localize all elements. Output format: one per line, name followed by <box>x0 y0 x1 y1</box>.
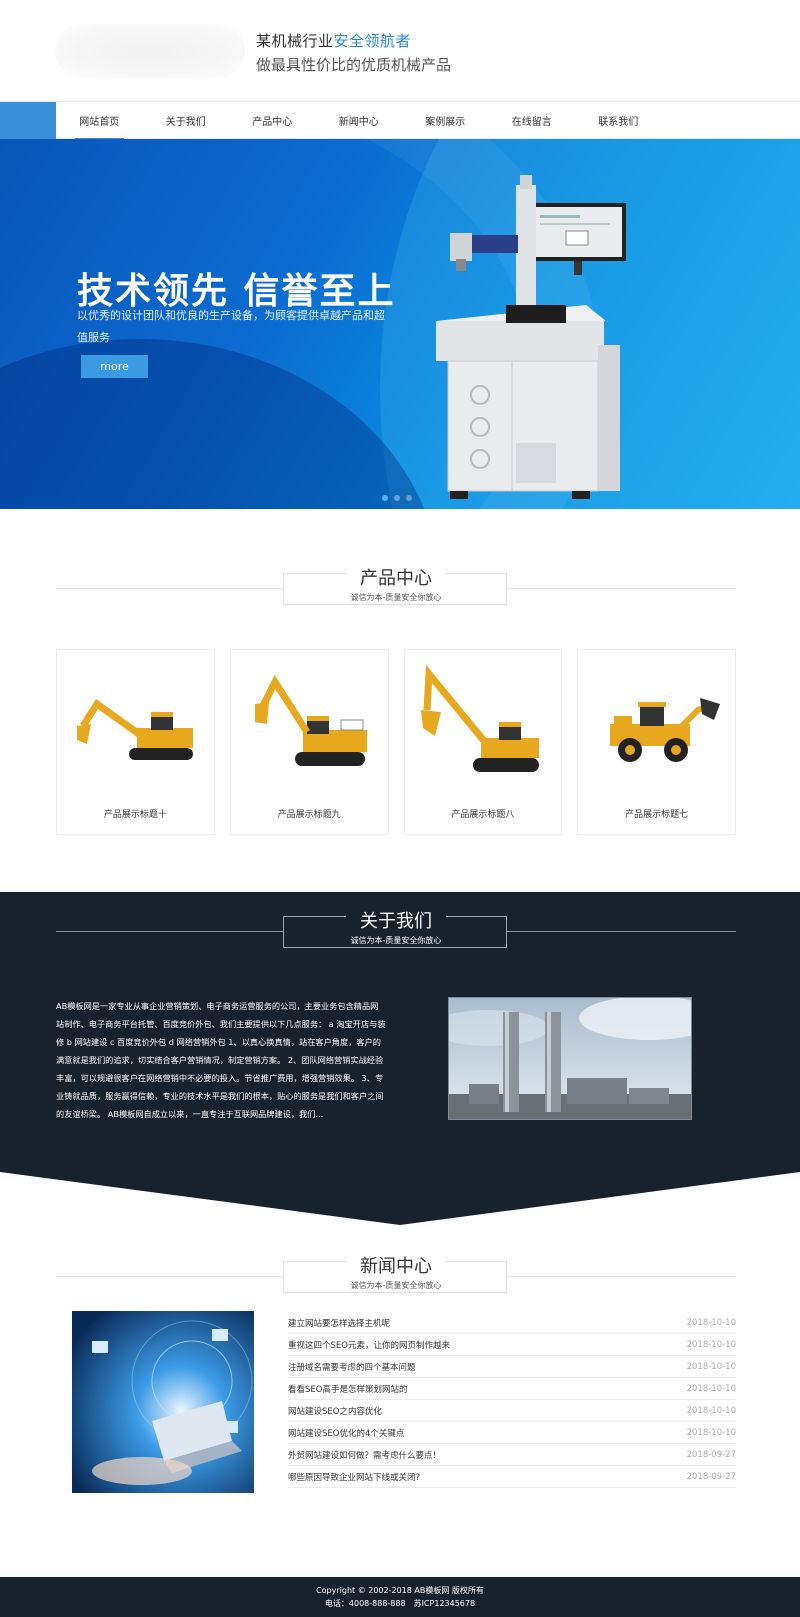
news-item-date: 2018-09-27 <box>686 1471 736 1482</box>
news-item-date: 2018-10-10 <box>686 1317 736 1328</box>
slogan-highlight: 安全领航者 <box>333 32 412 50</box>
products-grid: 产品展示标题十 产品展示标题九 产品展示标题八 产品展示标题七 <box>56 649 736 835</box>
banner-dot-3[interactable] <box>406 495 412 501</box>
news-item[interactable]: 外贸网站建设如何做？需考虑什么要点！ 2018-09-27 <box>288 1444 736 1466</box>
banner-pagination <box>382 495 412 501</box>
about-title: 关于我们 <box>56 907 736 933</box>
news-item[interactable]: 看看SEO高手是怎样策划网站的 2018-10-10 <box>288 1378 736 1400</box>
products-title: 产品中心 <box>56 564 736 590</box>
product-card[interactable]: 产品展示标题七 <box>577 649 736 835</box>
product-card[interactable]: 产品展示标题十 <box>56 649 215 835</box>
news-feature-image[interactable] <box>72 1311 254 1493</box>
product-name: 产品展示标题七 <box>625 810 689 820</box>
slogan-line-1: 某机械行业安全领航者 <box>256 30 451 51</box>
news-item-date: 2018-10-10 <box>686 1405 736 1416</box>
nav-item-products[interactable]: 产品中心 <box>229 102 316 139</box>
wheel-loader-icon <box>610 698 721 762</box>
banner-more-button[interactable]: more <box>81 355 148 378</box>
news-list: 建立网站要怎样选择主机呢 2018-10-10 重视这四个SEO元素，让你的网页制… <box>288 1312 736 1488</box>
nav-accent-block <box>0 102 56 139</box>
product-name: 产品展示标题九 <box>277 810 341 820</box>
banner-dot-2[interactable] <box>394 495 400 501</box>
news-item-title: 看看SEO高手是怎样策划网站的 <box>288 1384 408 1395</box>
nav-item-about[interactable]: 关于我们 <box>143 102 230 139</box>
header-slogan: 某机械行业安全领航者 做最具性价比的优质机械产品 <box>256 30 451 75</box>
news-title: 新闻中心 <box>56 1252 736 1278</box>
slogan-line-2: 做最具性价比的优质机械产品 <box>256 56 452 74</box>
about-factory-image <box>448 997 692 1120</box>
nav-item-home[interactable]: 网站首页 <box>56 102 143 140</box>
product-card[interactable]: 产品展示标题九 <box>229 649 389 835</box>
nav-item-news[interactable]: 新闻中心 <box>316 102 403 139</box>
product-name: 产品展示标题八 <box>451 810 515 820</box>
news-item[interactable]: 网站建设SEO优化的4个关键点 2018-10-10 <box>288 1422 736 1444</box>
excavator-icon <box>420 664 539 772</box>
banner-description: 以优秀的设计团队和优良的生产设备，为顾客提供卓越产品和超值服务 <box>77 309 385 344</box>
footer-copyright: Copyright © 2002-2018 AB模板网 版权所有 <box>316 1586 484 1595</box>
nav-item-cases[interactable]: 案例展示 <box>402 102 489 139</box>
hero-banner: 技术领先 信誉至上 以优秀的设计团队和优良的生产设备，为顾客提供卓越产品和超值服… <box>0 139 800 509</box>
product-name: 产品展示标题十 <box>103 810 167 820</box>
slogan-prefix: 某机械行业 <box>256 32 334 50</box>
products-section-header: 产品中心 诚信为本-质量安全你放心 <box>56 568 736 616</box>
footer-contact: 电话：4008-888-888 苏ICP12345678 <box>324 1599 476 1608</box>
nav-item-message[interactable]: 在线留言 <box>489 102 576 139</box>
news-item-date: 2018-10-10 <box>686 1427 736 1438</box>
nav-item-contact[interactable]: 联系我们 <box>575 102 662 139</box>
site-footer: Copyright © 2002-2018 AB模板网 版权所有 电话：4008… <box>0 1577 800 1617</box>
factory-chimney-image <box>449 998 691 1119</box>
news-item-title: 网站建设SEO之内容优化 <box>288 1406 382 1417</box>
news-item-title: 建立网站要怎样选择主机呢 <box>288 1318 391 1329</box>
news-item-title: 重视这四个SEO元素，让你的网页制作越来 <box>288 1340 450 1351</box>
banner-dot-1[interactable] <box>382 495 388 501</box>
news-item-title: 外贸网站建设如何做？需考虑什么要点！ <box>288 1450 442 1461</box>
about-section-header: 关于我们 诚信为本-质量安全你放心 <box>56 911 736 959</box>
main-nav: 网站首页 关于我们 产品中心 新闻中心 案例展示 在线留言 联系我们 <box>0 101 800 140</box>
news-item[interactable]: 网站建设SEO之内容优化 2018-10-10 <box>288 1400 736 1422</box>
site-header: 某机械行业安全领航者 做最具性价比的优质机械产品 <box>0 0 800 101</box>
products-subtitle: 诚信为本-质量安全你放心 <box>350 593 442 602</box>
product-card[interactable]: 产品展示标题八 <box>403 649 563 835</box>
digital-network-image <box>72 1311 254 1493</box>
news-item-title: 网站建设SEO优化的4个关键点 <box>288 1428 405 1439</box>
news-item-title: 哪些原因导致企业网站下线或关闭? <box>288 1472 421 1483</box>
news-subtitle: 诚信为本-质量安全你放心 <box>350 1281 442 1290</box>
news-item[interactable]: 重视这四个SEO元素，让你的网页制作越来 2018-10-10 <box>288 1334 736 1356</box>
excavator-icon <box>77 699 193 760</box>
about-subtitle: 诚信为本-质量安全你放心 <box>350 936 442 945</box>
news-item-date: 2018-10-10 <box>686 1339 736 1350</box>
news-item[interactable]: 建立网站要怎样选择主机呢 2018-10-10 <box>288 1312 736 1334</box>
site-logo[interactable] <box>55 24 245 78</box>
news-item-date: 2018-10-10 <box>686 1383 736 1394</box>
news-item-date: 2018-09-27 <box>686 1449 736 1460</box>
excavator-icon <box>254 674 367 766</box>
nav-items: 网站首页 关于我们 产品中心 新闻中心 案例展示 在线留言 联系我们 <box>56 102 662 140</box>
laser-marking-machine-image <box>436 175 626 499</box>
news-section-header: 新闻中心 诚信为本-质量安全你放心 <box>56 1256 736 1304</box>
news-item-date: 2018-10-10 <box>686 1361 736 1372</box>
news-item-title: 注册域名需要考虑的四个基本问题 <box>288 1362 416 1373</box>
news-item[interactable]: 哪些原因导致企业网站下线或关闭? 2018-09-27 <box>288 1466 736 1488</box>
about-text: AB模板网是一家专业从事企业营销策划、电子商务运营服务的公司，主要业务包含精品网… <box>56 1001 386 1119</box>
news-item[interactable]: 注册域名需要考虑的四个基本问题 2018-10-10 <box>288 1356 736 1378</box>
